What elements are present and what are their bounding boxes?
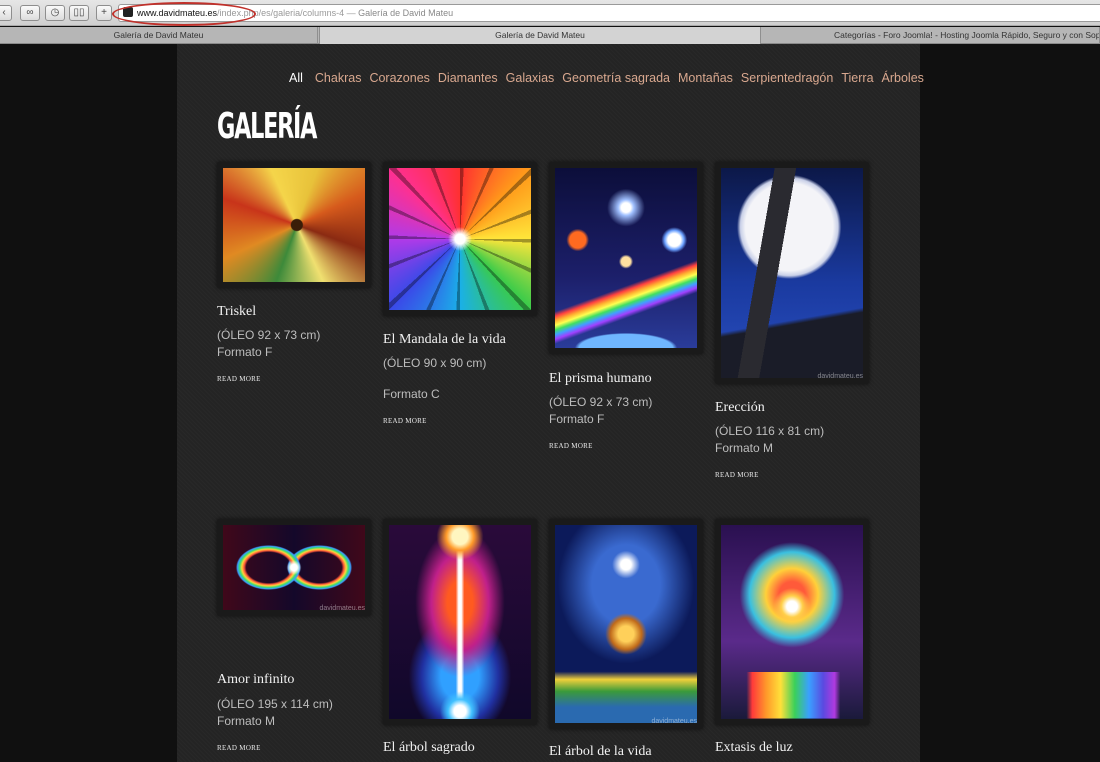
new-tab-icon[interactable]: +: [96, 5, 112, 21]
read-more-link[interactable]: READ MORE: [549, 442, 593, 450]
page-content: All Chakras Corazones Diamantes Galaxias Geom…: [177, 44, 924, 762]
address-bar[interactable]: www.davidmateu.es/index.php/es/galeria/c…: [118, 4, 1100, 22]
item-format: Formato C: [383, 387, 440, 401]
watermark: davidmateu.es: [817, 373, 863, 380]
tab-bar: Galería de David Mateu Galería de David …: [0, 27, 1100, 44]
back-icon[interactable]: ‹: [0, 5, 12, 21]
tab-1[interactable]: Galería de David Mateu: [0, 27, 318, 44]
filter-arboles[interactable]: Árboles: [882, 71, 924, 85]
artwork-thumbnail[interactable]: [383, 519, 537, 725]
item-title[interactable]: El árbol sagrado: [383, 740, 475, 756]
artwork-thumbnail[interactable]: [217, 162, 371, 288]
item-title[interactable]: El Mandala de la vida: [383, 332, 506, 348]
reader-icon[interactable]: ∞: [20, 5, 40, 21]
item-format: Formato M: [715, 441, 774, 455]
item-size: (ÓLEO 90 x 90 cm): [383, 356, 487, 370]
artwork-thumbnail[interactable]: [549, 162, 703, 354]
filter-all[interactable]: All: [289, 71, 303, 85]
item-title[interactable]: Extasis de luz: [715, 740, 793, 756]
item-size: (ÓLEO 195 x 114 cm): [217, 697, 333, 711]
watermark: davidmateu.es: [319, 605, 365, 612]
category-filter-nav: All Chakras Corazones Diamantes Galaxias Geom…: [289, 71, 932, 85]
item-size: (ÓLEO 116 x 81 cm): [715, 424, 825, 438]
item-title[interactable]: El árbol de la vida: [549, 744, 652, 760]
artwork-thumbnail[interactable]: davidmateu.es: [715, 162, 869, 384]
artwork-thumbnail[interactable]: davidmateu.es: [549, 519, 703, 729]
url-separator: —: [344, 8, 359, 18]
highlight-circle: [112, 2, 256, 26]
item-size: (ÓLEO 92 x 73 cm): [549, 395, 653, 409]
watermark: davidmateu.es: [651, 718, 697, 725]
item-format: Formato F: [549, 412, 605, 426]
filter-tierra[interactable]: Tierra: [841, 71, 873, 85]
filter-chakras[interactable]: Chakras: [315, 71, 362, 85]
browser-toolbar: ‹ ∞ ◷ ▯▯ + www.davidmateu.es/index.php/e…: [0, 0, 1100, 26]
artwork-thumbnail[interactable]: davidmateu.es: [217, 519, 371, 616]
artwork-thumbnail[interactable]: [383, 162, 537, 316]
filter-geometria-sagrada[interactable]: Geometría sagrada: [562, 71, 670, 85]
artwork-thumbnail[interactable]: [715, 519, 869, 725]
item-size: (ÓLEO 92 x 73 cm): [217, 328, 321, 342]
item-title[interactable]: El prisma humano: [549, 371, 652, 387]
read-more-link[interactable]: READ MORE: [217, 375, 261, 383]
item-format: Formato M: [217, 714, 276, 728]
read-more-link[interactable]: READ MORE: [715, 471, 759, 479]
item-title[interactable]: Triskel: [217, 304, 256, 320]
tab-2[interactable]: Galería de David Mateu: [319, 27, 761, 44]
read-more-link[interactable]: READ MORE: [217, 744, 261, 752]
filter-montanas[interactable]: Montañas: [678, 71, 733, 85]
filter-serpientedragon[interactable]: Serpientedragón: [741, 71, 833, 85]
read-more-link[interactable]: READ MORE: [383, 417, 427, 425]
item-title[interactable]: Amor infinito: [217, 672, 294, 688]
history-icon[interactable]: ◷: [45, 5, 65, 21]
url-page-title: Galería de David Mateu: [358, 8, 454, 18]
page-title: GALERÍA: [217, 106, 317, 147]
item-title[interactable]: Erección: [715, 400, 765, 416]
tab-3[interactable]: Categorías - Foro Joomla! - Hosting Joom…: [762, 27, 1100, 44]
item-format: Formato F: [217, 345, 273, 359]
filter-corazones[interactable]: Corazones: [369, 71, 429, 85]
bookmarks-icon[interactable]: ▯▯: [69, 5, 89, 21]
filter-galaxias[interactable]: Galaxias: [506, 71, 555, 85]
filter-diamantes[interactable]: Diamantes: [438, 71, 498, 85]
